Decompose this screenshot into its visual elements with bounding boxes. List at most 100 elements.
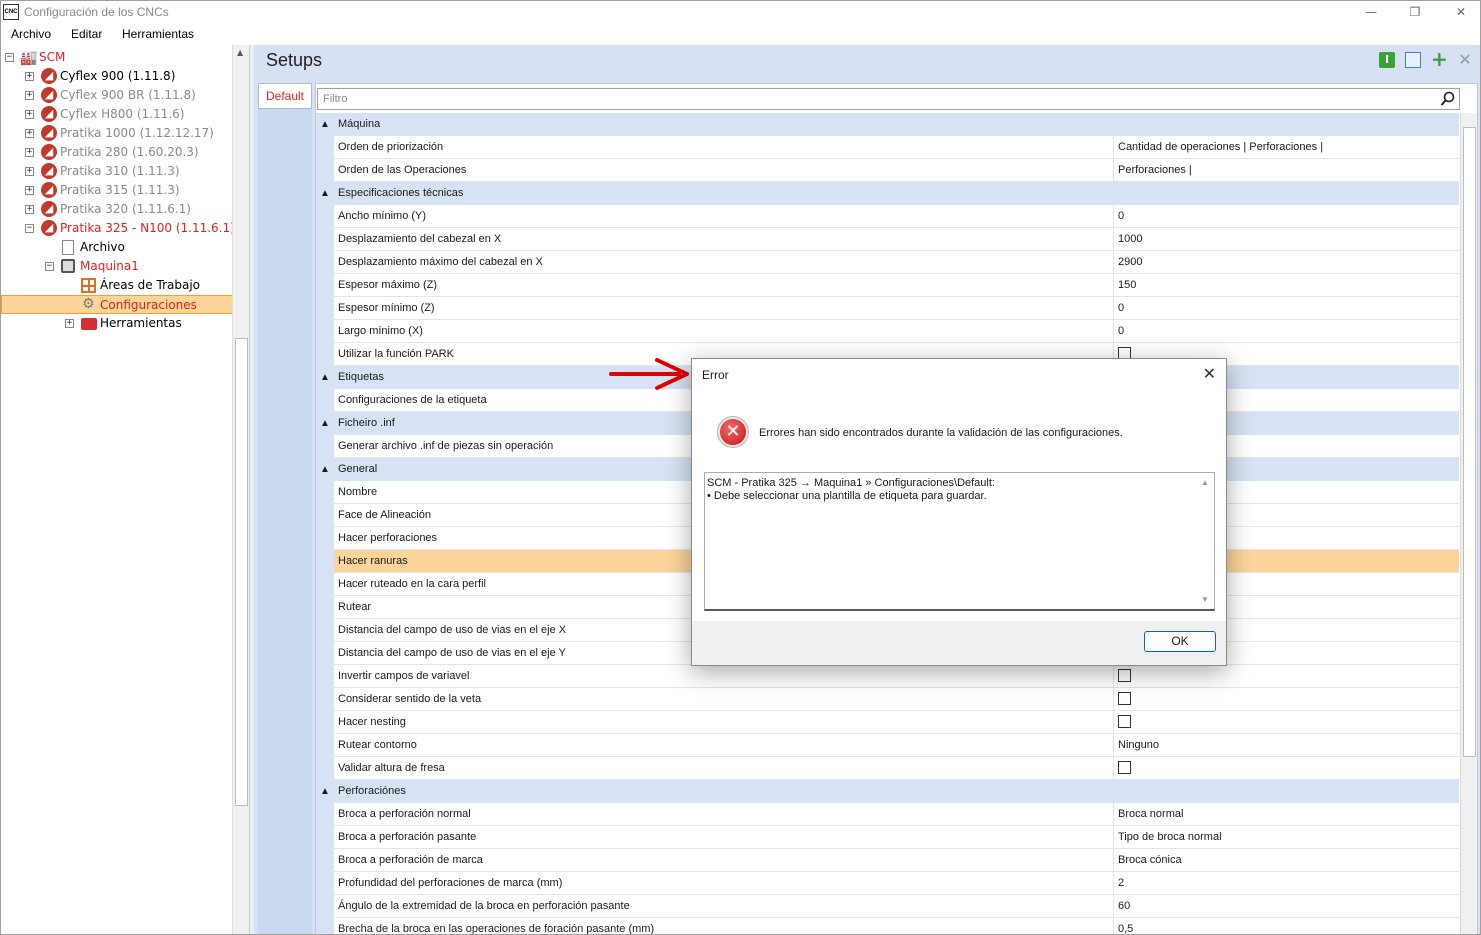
property-value[interactable]: Broca normal: [1114, 803, 1459, 826]
checkbox[interactable]: [1118, 692, 1131, 705]
filter-input[interactable]: Filtro: [317, 88, 1460, 110]
tree-item-herramientas[interactable]: + Herramientas: [1, 314, 201, 333]
maximize-button[interactable]: ❐: [1403, 3, 1427, 21]
dialog-close-icon[interactable]: ✕: [1203, 364, 1216, 383]
grid-scroll-thumb[interactable]: [1463, 127, 1476, 757]
expand-icon[interactable]: +: [25, 148, 34, 157]
grid-row[interactable]: Brecha de la broca en las operaciones de…: [316, 918, 1459, 934]
checkbox[interactable]: [1118, 715, 1131, 728]
minimize-button[interactable]: —: [1359, 3, 1383, 21]
collapse-icon[interactable]: −: [45, 262, 54, 271]
grid-row[interactable]: Orden de priorización Cantidad de operaci…: [316, 136, 1459, 159]
grid-category[interactable]: ▲ Máquina: [316, 113, 1459, 136]
close-button[interactable]: ✕: [1449, 3, 1473, 21]
expand-icon[interactable]: +: [25, 186, 34, 195]
grid-row[interactable]: Profundidad del perforaciones de marca (…: [316, 872, 1459, 895]
tree-item-machine[interactable]: + ◢ Cyflex 900 (1.11.8): [1, 67, 231, 86]
property-value[interactable]: [1114, 688, 1459, 711]
grid-category[interactable]: ▲ Especificaciones técnicas: [316, 182, 1459, 205]
grid-row[interactable]: Considerar sentido de la veta: [316, 688, 1459, 711]
grid-row[interactable]: Espesor mínimo (Z) 0: [316, 297, 1459, 320]
property-value[interactable]: 60: [1114, 895, 1459, 918]
expand-icon[interactable]: +: [65, 319, 74, 328]
tree-item-machine[interactable]: − ◢ Pratika 325 - N100 (1.11.6.1): [1, 219, 235, 238]
grid-row[interactable]: Hacer nesting: [316, 711, 1459, 734]
tree-item-machine[interactable]: + ◢ Cyflex 900 BR (1.11.8): [1, 86, 231, 105]
scroll-up-icon[interactable]: ▲: [237, 48, 243, 57]
menu-herramientas[interactable]: Herramientas: [122, 27, 194, 41]
property-value[interactable]: 150: [1114, 274, 1459, 297]
tree-scrollbar[interactable]: ▲: [232, 45, 249, 934]
search-icon[interactable]: [1440, 91, 1456, 107]
grid-row[interactable]: Ancho mínimo (Y) 0: [316, 205, 1459, 228]
property-value[interactable]: Broca cónica: [1114, 849, 1459, 872]
property-value[interactable]: Ninguno: [1114, 734, 1459, 757]
property-value[interactable]: Perforaciones |: [1114, 159, 1459, 182]
tree-item-machine[interactable]: + ◢ Pratika 1000 (1.12.12.17): [1, 124, 231, 143]
details-scrollbar[interactable]: ▲ ▼: [1197, 473, 1214, 609]
expand-icon[interactable]: +: [25, 110, 34, 119]
property-value[interactable]: 0: [1114, 320, 1459, 343]
add-icon[interactable]: +: [1431, 49, 1448, 69]
delete-icon[interactable]: ✕: [1457, 52, 1473, 68]
expand-icon[interactable]: +: [25, 91, 34, 100]
checkbox[interactable]: [1118, 761, 1131, 774]
grid-row[interactable]: Broca a perforación normal Broca normal: [316, 803, 1459, 826]
grid-row[interactable]: Desplazamiento del cabezal en X 1000: [316, 228, 1459, 251]
tree-item-machine[interactable]: + ◢ Pratika 320 (1.11.6.1): [1, 200, 231, 219]
collapse-icon[interactable]: ▲: [320, 458, 330, 481]
property-value[interactable]: Tipo de broca normal: [1114, 826, 1459, 849]
property-value[interactable]: 0: [1114, 205, 1459, 228]
grid-row[interactable]: Rutear contorno Ninguno: [316, 734, 1459, 757]
menu-editar[interactable]: Editar: [71, 27, 102, 41]
collapse-icon[interactable]: ▲: [320, 113, 330, 136]
tree-scroll-thumb[interactable]: [235, 338, 248, 806]
tree-item-machine[interactable]: + ◢ Pratika 280 (1.60.20.3): [1, 143, 231, 162]
info-icon[interactable]: I: [1379, 52, 1395, 68]
collapse-icon[interactable]: ▲: [320, 366, 330, 389]
dialog-details[interactable]: SCM - Pratika 325 → Maquina1 » Configura…: [704, 472, 1215, 611]
ok-button[interactable]: OK: [1144, 631, 1216, 652]
tab-default[interactable]: Default: [258, 83, 312, 109]
property-value[interactable]: 2900: [1114, 251, 1459, 274]
collapse-icon[interactable]: −: [5, 53, 14, 62]
grid-row[interactable]: Largo mínimo (X) 0: [316, 320, 1459, 343]
grid-row[interactable]: Orden de las Operaciones Perforaciones |: [316, 159, 1459, 182]
collapse-icon[interactable]: ▲: [320, 412, 330, 435]
expand-icon[interactable]: +: [25, 72, 34, 81]
property-value[interactable]: [1114, 711, 1459, 734]
property-value[interactable]: 0,5: [1114, 918, 1459, 934]
grid-scrollbar[interactable]: [1460, 113, 1477, 934]
property-value[interactable]: 0: [1114, 297, 1459, 320]
collapse-icon[interactable]: −: [25, 224, 34, 233]
grid-row[interactable]: Ángulo de la extremidad de la broca en p…: [316, 895, 1459, 918]
property-value[interactable]: 2: [1114, 872, 1459, 895]
tree-item-configuraciones[interactable]: ⚙ Configuraciones: [1, 295, 233, 314]
menu-archivo[interactable]: Archivo: [11, 27, 51, 41]
tree-item-archivo[interactable]: Archivo: [1, 238, 201, 257]
grid-row[interactable]: Broca a perforación de marca Broca cónica: [316, 849, 1459, 872]
property-value[interactable]: Cantidad de operaciones | Perforaciones …: [1114, 136, 1459, 159]
property-value[interactable]: [1114, 665, 1459, 688]
expand-icon[interactable]: +: [25, 167, 34, 176]
checkbox[interactable]: [1118, 669, 1131, 682]
grid-row[interactable]: Broca a perforación pasante Tipo de broca…: [316, 826, 1459, 849]
tree-item-machine[interactable]: + ◢ Pratika 310 (1.11.3): [1, 162, 231, 181]
property-value[interactable]: [1114, 757, 1459, 780]
collapse-icon[interactable]: ▲: [320, 780, 330, 803]
collapse-icon[interactable]: ▲: [320, 182, 330, 205]
scroll-up-icon[interactable]: ▲: [1201, 476, 1209, 489]
expand-icon[interactable]: +: [25, 205, 34, 214]
scroll-down-icon[interactable]: ▼: [1201, 593, 1209, 606]
grid-category[interactable]: ▲ Perforaciónes: [316, 780, 1459, 803]
expand-icon[interactable]: +: [25, 129, 34, 138]
property-value[interactable]: 1000: [1114, 228, 1459, 251]
tree-item-machine[interactable]: + ◢ Cyflex H800 (1.11.6): [1, 105, 231, 124]
tree-item-machine[interactable]: + ◢ Pratika 315 (1.11.3): [1, 181, 231, 200]
grid-row[interactable]: Validar altura de fresa: [316, 757, 1459, 780]
tree-item-maquina[interactable]: − Maquina1: [1, 257, 201, 276]
grid-row[interactable]: Desplazamiento máximo del cabezal en X 29…: [316, 251, 1459, 274]
grid-row[interactable]: Invertir campos de variavel: [316, 665, 1459, 688]
tree-item-areas[interactable]: Áreas de Trabajo: [1, 276, 201, 295]
tree-root[interactable]: − 🏭 SCM: [1, 48, 201, 67]
